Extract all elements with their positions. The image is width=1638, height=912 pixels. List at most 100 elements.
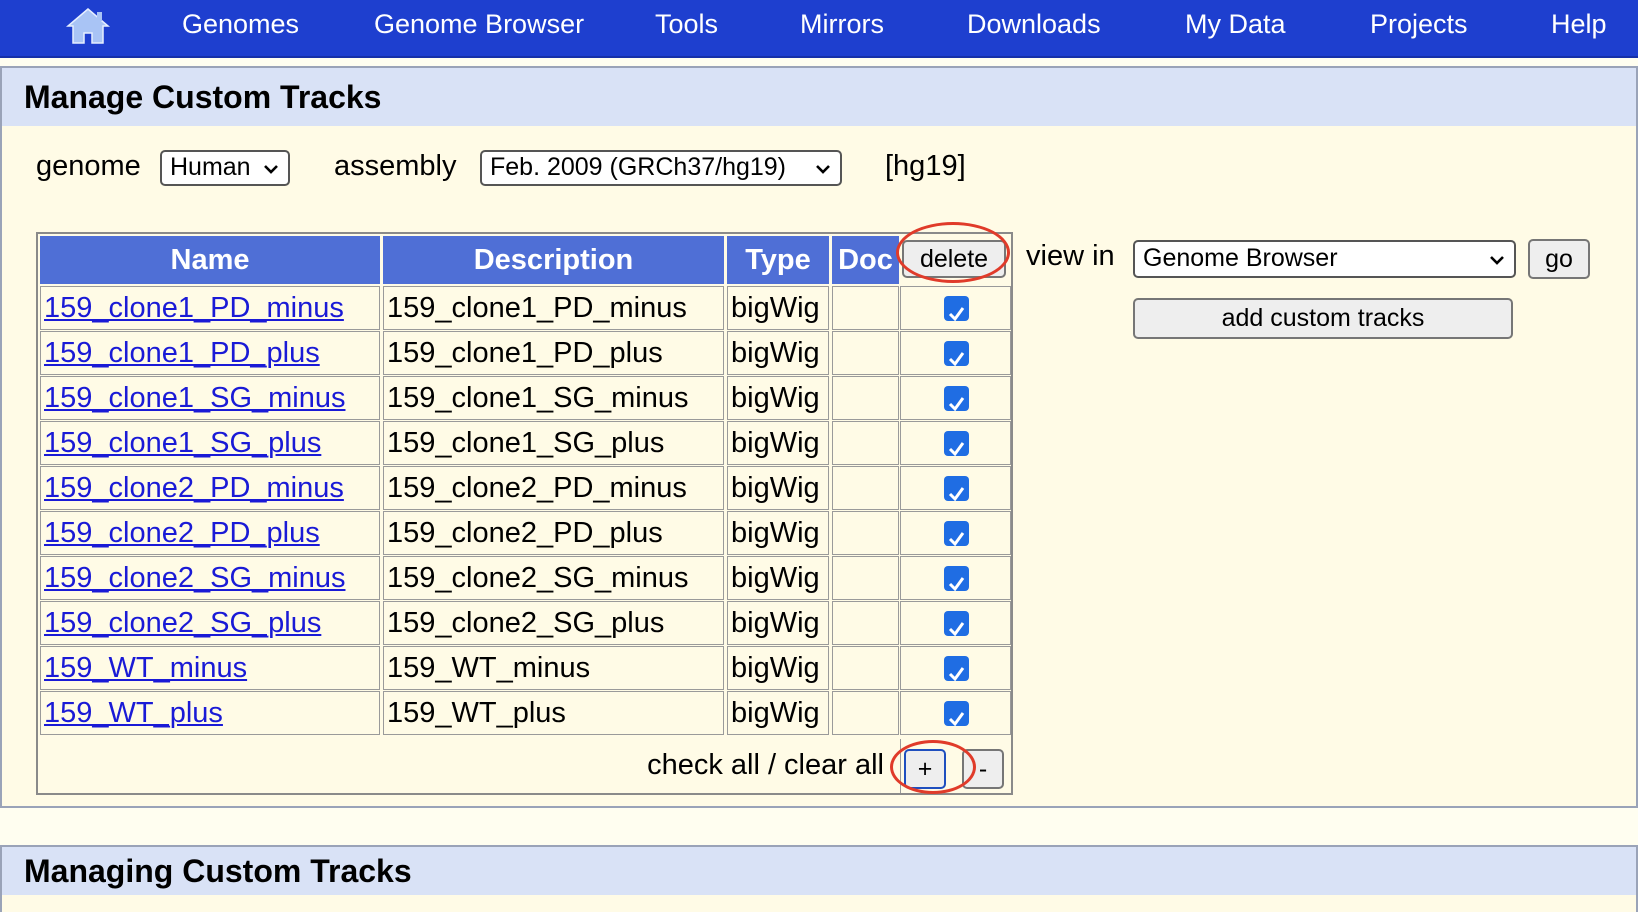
cell-name: 159_clone2_SG_minus — [40, 556, 380, 600]
header-name: Name — [40, 236, 380, 284]
checkmark-icon — [948, 532, 965, 547]
nav-downloads[interactable]: Downloads — [967, 9, 1101, 40]
cell-delete-checkbox — [900, 691, 1011, 735]
custom-tracks-table: Name Description Type Doc 159_clone1_PD_… — [36, 232, 1013, 795]
home-icon[interactable] — [64, 6, 112, 46]
nav-projects[interactable]: Projects — [1370, 9, 1468, 40]
nav-genomes[interactable]: Genomes — [182, 9, 299, 40]
track-type: bigWig — [731, 562, 820, 594]
checkmark-icon — [948, 307, 965, 322]
cell-delete-checkbox — [900, 376, 1011, 420]
view-in-select-value: Genome Browser — [1143, 244, 1338, 272]
delete-checkbox[interactable] — [944, 656, 969, 682]
track-type: bigWig — [731, 337, 820, 369]
cell-type: bigWig — [727, 601, 829, 645]
nav-tools[interactable]: Tools — [655, 9, 718, 40]
delete-checkbox[interactable] — [944, 341, 969, 367]
chevron-down-icon — [264, 165, 278, 174]
genome-select[interactable]: Human — [160, 150, 290, 186]
genome-label: genome — [36, 150, 141, 182]
assembly-select[interactable]: Feb. 2009 (GRCh37/hg19) — [480, 150, 842, 186]
track-description: 159_WT_plus — [387, 697, 566, 729]
cell-doc — [832, 331, 899, 375]
header-type: Type — [727, 236, 829, 284]
cell-name: 159_WT_minus — [40, 646, 380, 690]
track-type: bigWig — [731, 607, 820, 639]
cell-name: 159_clone2_SG_plus — [40, 601, 380, 645]
delete-checkbox[interactable] — [944, 431, 969, 457]
delete-checkbox[interactable] — [944, 476, 969, 502]
delete-checkbox[interactable] — [944, 296, 969, 322]
track-name-link[interactable]: 159_clone2_PD_plus — [44, 517, 320, 549]
cell-doc — [832, 601, 899, 645]
cell-doc — [832, 421, 899, 465]
cell-doc — [832, 466, 899, 510]
checkmark-icon — [948, 442, 965, 457]
checkmark-icon — [948, 487, 965, 502]
top-nav: Genomes Genome Browser Tools Mirrors Dow… — [0, 0, 1638, 58]
track-name-link[interactable]: 159_clone1_SG_plus — [44, 427, 321, 459]
nav-genome-browser[interactable]: Genome Browser — [374, 9, 584, 40]
view-in-select[interactable]: Genome Browser — [1133, 240, 1516, 278]
track-name-link[interactable]: 159_clone2_SG_minus — [44, 562, 345, 594]
track-name-link[interactable]: 159_clone1_PD_minus — [44, 292, 344, 324]
go-button[interactable]: go — [1528, 239, 1590, 279]
cell-description: 159_clone2_SG_plus — [383, 601, 724, 645]
cell-description: 159_WT_minus — [383, 646, 724, 690]
track-type: bigWig — [731, 652, 820, 684]
managing-custom-tracks-panel: Managing Custom Tracks — [0, 845, 1638, 912]
cell-doc — [832, 691, 899, 735]
clear-all-button[interactable]: - — [962, 749, 1004, 789]
track-type: bigWig — [731, 382, 820, 414]
track-description: 159_clone2_SG_plus — [387, 607, 665, 639]
nav-mirrors[interactable]: Mirrors — [800, 9, 884, 40]
checkmark-icon — [948, 397, 965, 412]
cell-description: 159_clone2_SG_minus — [383, 556, 724, 600]
cell-delete-checkbox — [900, 601, 1011, 645]
panel-title: Manage Custom Tracks — [2, 68, 1636, 126]
chevron-down-icon — [1490, 256, 1504, 265]
track-description: 159_clone2_PD_minus — [387, 472, 687, 504]
delete-button[interactable]: delete — [902, 240, 1006, 278]
cell-doc — [832, 556, 899, 600]
cell-delete-checkbox — [900, 421, 1011, 465]
track-description: 159_clone2_PD_plus — [387, 517, 663, 549]
cell-description: 159_clone2_PD_plus — [383, 511, 724, 555]
track-name-link[interactable]: 159_clone2_SG_plus — [44, 607, 321, 639]
nav-help[interactable]: Help — [1551, 9, 1607, 40]
chevron-down-icon — [816, 165, 830, 174]
track-name-link[interactable]: 159_clone1_PD_plus — [44, 337, 320, 369]
cell-type: bigWig — [727, 556, 829, 600]
database-tag: [hg19] — [885, 150, 966, 182]
assembly-select-value: Feb. 2009 (GRCh37/hg19) — [490, 153, 787, 181]
cell-description: 159_clone2_PD_minus — [383, 466, 724, 510]
delete-checkbox[interactable] — [944, 566, 969, 592]
track-description: 159_clone1_SG_minus — [387, 382, 689, 414]
checkmark-icon — [948, 352, 965, 367]
header-doc: Doc — [832, 236, 899, 284]
cell-delete-checkbox — [900, 286, 1011, 330]
track-name-link[interactable]: 159_WT_minus — [44, 652, 247, 684]
track-name-link[interactable]: 159_clone1_SG_minus — [44, 382, 345, 414]
assembly-label: assembly — [334, 150, 457, 182]
add-custom-tracks-button[interactable]: add custom tracks — [1133, 298, 1513, 339]
nav-my-data[interactable]: My Data — [1185, 9, 1286, 40]
cell-description: 159_clone1_PD_minus — [383, 286, 724, 330]
cell-delete-checkbox — [900, 646, 1011, 690]
cell-description: 159_clone1_PD_plus — [383, 331, 724, 375]
cell-doc — [832, 511, 899, 555]
delete-checkbox[interactable] — [944, 521, 969, 547]
check-all-button[interactable]: + — [904, 749, 946, 789]
cell-type: bigWig — [727, 421, 829, 465]
track-type: bigWig — [731, 292, 820, 324]
cell-type: bigWig — [727, 511, 829, 555]
delete-checkbox[interactable] — [944, 611, 969, 637]
header-description: Description — [383, 236, 724, 284]
track-name-link[interactable]: 159_WT_plus — [44, 697, 223, 729]
cell-name: 159_WT_plus — [40, 691, 380, 735]
delete-checkbox[interactable] — [944, 386, 969, 412]
track-name-link[interactable]: 159_clone2_PD_minus — [44, 472, 344, 504]
cell-description: 159_clone1_SG_plus — [383, 421, 724, 465]
delete-checkbox[interactable] — [944, 701, 969, 727]
checkmark-icon — [948, 667, 965, 682]
